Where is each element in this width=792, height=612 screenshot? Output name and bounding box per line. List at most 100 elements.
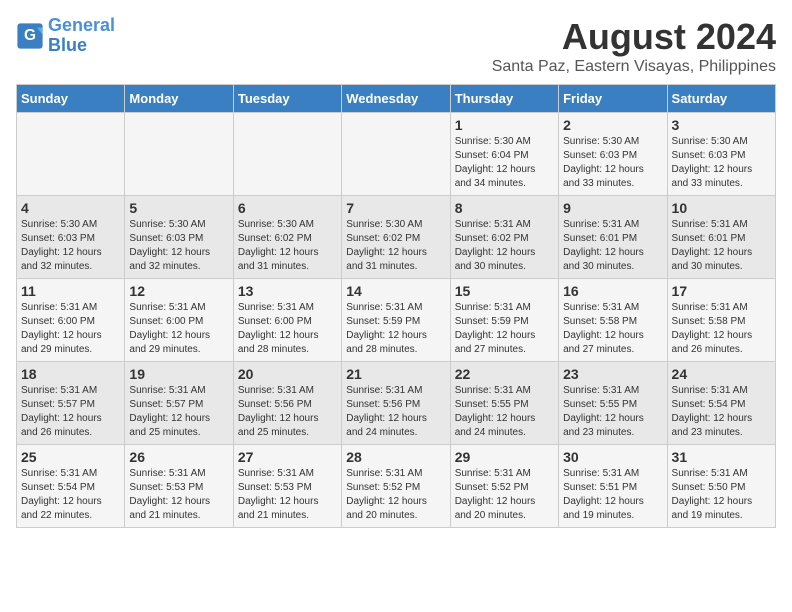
day-info: Sunrise: 5:31 AM Sunset: 5:52 PM Dayligh…	[346, 467, 445, 523]
day-info: Sunrise: 5:31 AM Sunset: 5:54 PM Dayligh…	[672, 384, 771, 440]
day-cell	[233, 113, 341, 196]
day-cell: 17 Sunrise: 5:31 AM Sunset: 5:58 PM Dayli…	[667, 279, 775, 362]
logo: G General Blue	[16, 16, 115, 56]
day-cell: 4Sunrise: 5:30 AM Sunset: 6:03 PM Daylig…	[17, 196, 125, 279]
day-cell: 20Sunrise: 5:31 AM Sunset: 5:56 PM Dayli…	[233, 362, 341, 445]
day-number: 20	[238, 366, 337, 382]
day-number: 5	[129, 200, 228, 216]
day-cell: 12 Sunrise: 5:31 AM Sunset: 6:00 PM Dayli…	[125, 279, 233, 362]
week-row-2: 4Sunrise: 5:30 AM Sunset: 6:03 PM Daylig…	[17, 196, 776, 279]
day-cell: 29Sunrise: 5:31 AM Sunset: 5:52 PM Dayli…	[450, 445, 558, 528]
day-info: Sunrise: 5:31 AM Sunset: 5:58 PM Dayligh…	[672, 301, 771, 357]
day-info: Sunrise: 5:31 AM Sunset: 5:56 PM Dayligh…	[346, 384, 445, 440]
day-cell: 5 Sunrise: 5:30 AM Sunset: 6:03 PM Daylig…	[125, 196, 233, 279]
day-number: 19	[129, 366, 228, 382]
header-cell-sunday: Sunday	[17, 85, 125, 113]
day-cell: 18 Sunrise: 5:31 AM Sunset: 5:57 PM Dayli…	[17, 362, 125, 445]
day-cell: 30 Sunrise: 5:31 AM Sunset: 5:51 PM Dayli…	[559, 445, 667, 528]
day-info: Sunrise: 5:31 AM Sunset: 5:55 PM Dayligh…	[563, 384, 662, 440]
day-cell: 10 Sunrise: 5:31 AM Sunset: 6:01 PM Dayli…	[667, 196, 775, 279]
week-row-3: 11 Sunrise: 5:31 AM Sunset: 6:00 PM Dayli…	[17, 279, 776, 362]
day-number: 12	[129, 283, 228, 299]
logo-icon: G	[16, 22, 44, 50]
day-cell	[17, 113, 125, 196]
day-number: 17	[672, 283, 771, 299]
day-number: 25	[21, 449, 120, 465]
day-number: 3	[672, 117, 771, 133]
day-info: Sunrise: 5:31 AM Sunset: 5:50 PM Dayligh…	[672, 467, 771, 523]
day-cell: 2Sunrise: 5:30 AM Sunset: 6:03 PM Daylig…	[559, 113, 667, 196]
svg-text:G: G	[24, 27, 36, 44]
header-cell-saturday: Saturday	[667, 85, 775, 113]
calendar-body: 1 Sunrise: 5:30 AM Sunset: 6:04 PM Daylig…	[17, 113, 776, 528]
day-cell	[342, 113, 450, 196]
day-number: 23	[563, 366, 662, 382]
day-number: 16	[563, 283, 662, 299]
day-number: 27	[238, 449, 337, 465]
header-cell-friday: Friday	[559, 85, 667, 113]
day-cell: 13Sunrise: 5:31 AM Sunset: 6:00 PM Dayli…	[233, 279, 341, 362]
header-cell-monday: Monday	[125, 85, 233, 113]
week-row-5: 25 Sunrise: 5:31 AM Sunset: 5:54 PM Dayli…	[17, 445, 776, 528]
day-info: Sunrise: 5:31 AM Sunset: 6:01 PM Dayligh…	[563, 218, 662, 274]
day-number: 28	[346, 449, 445, 465]
subtitle: Santa Paz, Eastern Visayas, Philippines	[492, 58, 776, 76]
day-info: Sunrise: 5:30 AM Sunset: 6:02 PM Dayligh…	[346, 218, 445, 274]
day-number: 18	[21, 366, 120, 382]
day-info: Sunrise: 5:31 AM Sunset: 5:59 PM Dayligh…	[346, 301, 445, 357]
header-cell-wednesday: Wednesday	[342, 85, 450, 113]
day-number: 15	[455, 283, 554, 299]
day-cell: 22Sunrise: 5:31 AM Sunset: 5:55 PM Dayli…	[450, 362, 558, 445]
day-info: Sunrise: 5:30 AM Sunset: 6:03 PM Dayligh…	[129, 218, 228, 274]
page-header: G General Blue August 2024 Santa Paz, Ea…	[16, 16, 776, 76]
day-cell: 6Sunrise: 5:30 AM Sunset: 6:02 PM Daylig…	[233, 196, 341, 279]
day-info: Sunrise: 5:31 AM Sunset: 6:01 PM Dayligh…	[672, 218, 771, 274]
day-info: Sunrise: 5:31 AM Sunset: 5:53 PM Dayligh…	[129, 467, 228, 523]
day-number: 6	[238, 200, 337, 216]
day-cell: 25 Sunrise: 5:31 AM Sunset: 5:54 PM Dayli…	[17, 445, 125, 528]
day-cell: 24 Sunrise: 5:31 AM Sunset: 5:54 PM Dayli…	[667, 362, 775, 445]
day-number: 24	[672, 366, 771, 382]
day-number: 9	[563, 200, 662, 216]
day-number: 1	[455, 117, 554, 133]
day-cell: 23 Sunrise: 5:31 AM Sunset: 5:55 PM Dayli…	[559, 362, 667, 445]
day-info: Sunrise: 5:30 AM Sunset: 6:04 PM Dayligh…	[455, 135, 554, 191]
week-row-4: 18 Sunrise: 5:31 AM Sunset: 5:57 PM Dayli…	[17, 362, 776, 445]
day-number: 8	[455, 200, 554, 216]
day-cell: 11 Sunrise: 5:31 AM Sunset: 6:00 PM Dayli…	[17, 279, 125, 362]
day-number: 2	[563, 117, 662, 133]
logo-text-line2: Blue	[48, 36, 115, 56]
day-number: 11	[21, 283, 120, 299]
day-cell: 31Sunrise: 5:31 AM Sunset: 5:50 PM Dayli…	[667, 445, 775, 528]
day-cell	[125, 113, 233, 196]
day-info: Sunrise: 5:30 AM Sunset: 6:03 PM Dayligh…	[21, 218, 120, 274]
calendar-table: SundayMondayTuesdayWednesdayThursdayFrid…	[16, 84, 776, 528]
day-info: Sunrise: 5:30 AM Sunset: 6:03 PM Dayligh…	[672, 135, 771, 191]
day-cell: 15Sunrise: 5:31 AM Sunset: 5:59 PM Dayli…	[450, 279, 558, 362]
day-number: 7	[346, 200, 445, 216]
day-info: Sunrise: 5:31 AM Sunset: 5:51 PM Dayligh…	[563, 467, 662, 523]
day-number: 10	[672, 200, 771, 216]
day-cell: 16Sunrise: 5:31 AM Sunset: 5:58 PM Dayli…	[559, 279, 667, 362]
day-number: 30	[563, 449, 662, 465]
week-row-1: 1 Sunrise: 5:30 AM Sunset: 6:04 PM Daylig…	[17, 113, 776, 196]
day-cell: 8Sunrise: 5:31 AM Sunset: 6:02 PM Daylig…	[450, 196, 558, 279]
day-cell: 27 Sunrise: 5:31 AM Sunset: 5:53 PM Dayli…	[233, 445, 341, 528]
day-info: Sunrise: 5:31 AM Sunset: 5:54 PM Dayligh…	[21, 467, 120, 523]
day-info: Sunrise: 5:31 AM Sunset: 5:53 PM Dayligh…	[238, 467, 337, 523]
day-info: Sunrise: 5:31 AM Sunset: 5:57 PM Dayligh…	[21, 384, 120, 440]
day-info: Sunrise: 5:31 AM Sunset: 6:00 PM Dayligh…	[21, 301, 120, 357]
title-area: August 2024 Santa Paz, Eastern Visayas, …	[492, 16, 776, 76]
day-cell: 21 Sunrise: 5:31 AM Sunset: 5:56 PM Dayli…	[342, 362, 450, 445]
day-number: 21	[346, 366, 445, 382]
day-number: 26	[129, 449, 228, 465]
header-row: SundayMondayTuesdayWednesdayThursdayFrid…	[17, 85, 776, 113]
day-cell: 3 Sunrise: 5:30 AM Sunset: 6:03 PM Daylig…	[667, 113, 775, 196]
day-cell: 26 Sunrise: 5:31 AM Sunset: 5:53 PM Dayli…	[125, 445, 233, 528]
calendar-header: SundayMondayTuesdayWednesdayThursdayFrid…	[17, 85, 776, 113]
day-cell: 14Sunrise: 5:31 AM Sunset: 5:59 PM Dayli…	[342, 279, 450, 362]
day-number: 13	[238, 283, 337, 299]
day-info: Sunrise: 5:31 AM Sunset: 5:57 PM Dayligh…	[129, 384, 228, 440]
day-info: Sunrise: 5:31 AM Sunset: 6:00 PM Dayligh…	[129, 301, 228, 357]
day-info: Sunrise: 5:31 AM Sunset: 5:52 PM Dayligh…	[455, 467, 554, 523]
